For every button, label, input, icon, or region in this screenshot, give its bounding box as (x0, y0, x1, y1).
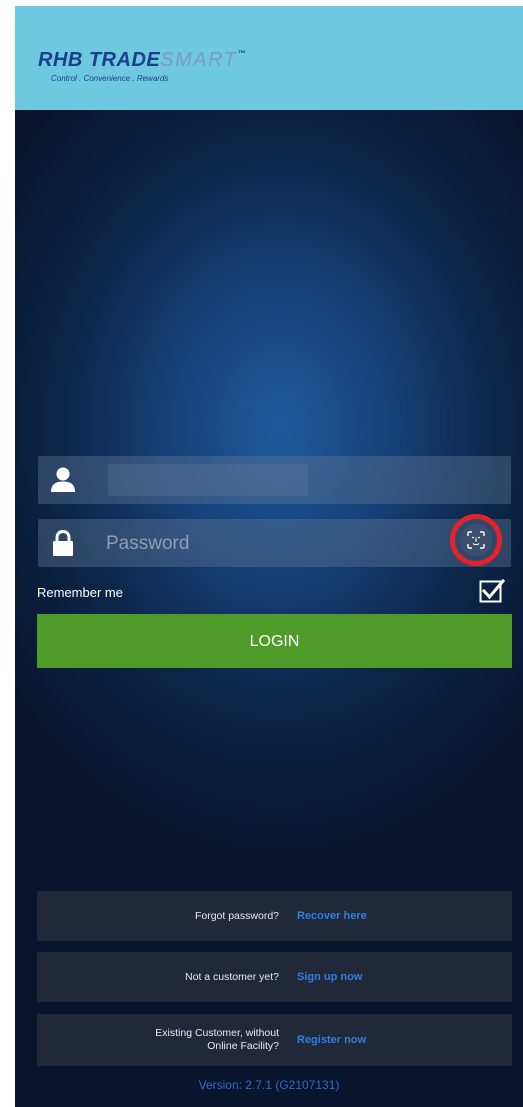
remember-me-label: Remember me (37, 585, 123, 600)
user-icon (48, 465, 78, 495)
password-field[interactable] (38, 519, 511, 567)
version-label: Version: 2.7.1 (G2107131) (198, 1078, 340, 1092)
register-now-link[interactable]: Register now (297, 1034, 366, 1046)
face-id-icon (460, 524, 492, 556)
rhb-tradesmart-logo: RHB TRADESMART™ Control . Convenience . R… (38, 49, 258, 99)
login-button[interactable]: LOGIN (37, 614, 512, 668)
existing-customer-line2: Online Facility? (207, 1040, 279, 1052)
forgot-password-row: Forgot password? Recover here (37, 891, 512, 941)
remember-me-checkbox[interactable] (479, 578, 506, 603)
logo-trade: TRADE (88, 49, 161, 71)
recover-here-link[interactable]: Recover here (297, 910, 367, 922)
existing-customer-line1: Existing Customer, without (155, 1027, 279, 1039)
sign-up-now-link[interactable]: Sign up now (297, 971, 362, 983)
not-customer-text: Not a customer yet? (185, 970, 279, 983)
lock-icon (48, 528, 78, 558)
username-field[interactable] (38, 456, 511, 504)
face-id-button[interactable] (450, 514, 502, 566)
logo-smart: SMART (160, 49, 238, 71)
forgot-password-text: Forgot password? (194, 909, 279, 922)
logo-wordmark: RHB TRADESMART™ (38, 49, 258, 72)
existing-customer-text: Existing Customer, without Online Facili… (37, 1027, 279, 1053)
signup-row: Not a customer yet? Sign up now (37, 952, 512, 1002)
username-value[interactable] (108, 464, 308, 496)
logo-tagline: Control . Convenience . Rewards (51, 74, 169, 83)
logo-trademark: ™ (237, 49, 246, 58)
register-row: Existing Customer, without Online Facili… (37, 1014, 512, 1066)
password-input[interactable] (104, 527, 408, 561)
login-screen: RHB TRADESMART™ Control . Convenience . R… (15, 6, 523, 1107)
app-header: RHB TRADESMART™ Control . Convenience . R… (15, 6, 523, 110)
logo-rhb: RHB (38, 49, 83, 71)
